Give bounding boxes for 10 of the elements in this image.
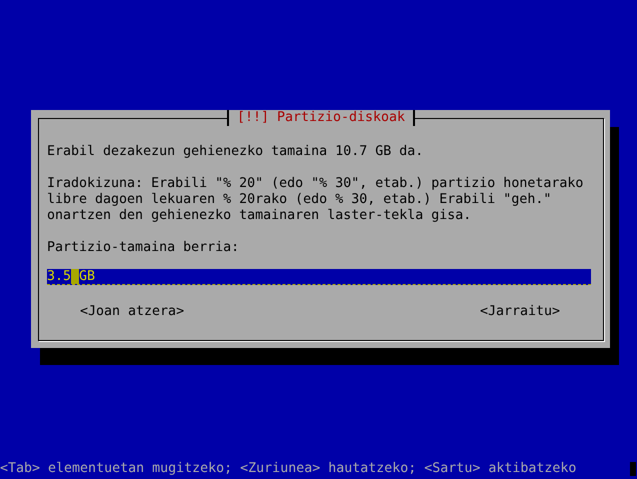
text-cursor — [71, 269, 79, 284]
dialog-button[interactable]: <Jarraitu> — [480, 304, 560, 320]
status-bar-text: <Tab> elementuetan mugitzeko; <Zuriunea> hautatzeko; <Sartu> aktibatzeko — [0, 461, 576, 477]
field-label: Partizio-tamaina berria: — [47, 240, 240, 256]
input-field[interactable]: 3.5 GB — [47, 269, 591, 285]
dialog-button[interactable]: <Joan atzera> — [80, 304, 184, 320]
message-text: Erabil dezakezun gehienezko tamaina 10.7 GB da. — [47, 144, 424, 160]
dialog-title: [!!] Partizio-diskoak — [226, 110, 416, 126]
terminal-cursor-icon — [630, 462, 636, 476]
message-text: Iradokizuna: Erabili "% 20" (edo "% 30", etab.) partizio honetarako libre dagoen lekuaren % 20rako (edo % 30, etab.) Erabili "geh." onartzen den gehienezko tamainaren laster-tekla gisa. — [47, 176, 584, 224]
